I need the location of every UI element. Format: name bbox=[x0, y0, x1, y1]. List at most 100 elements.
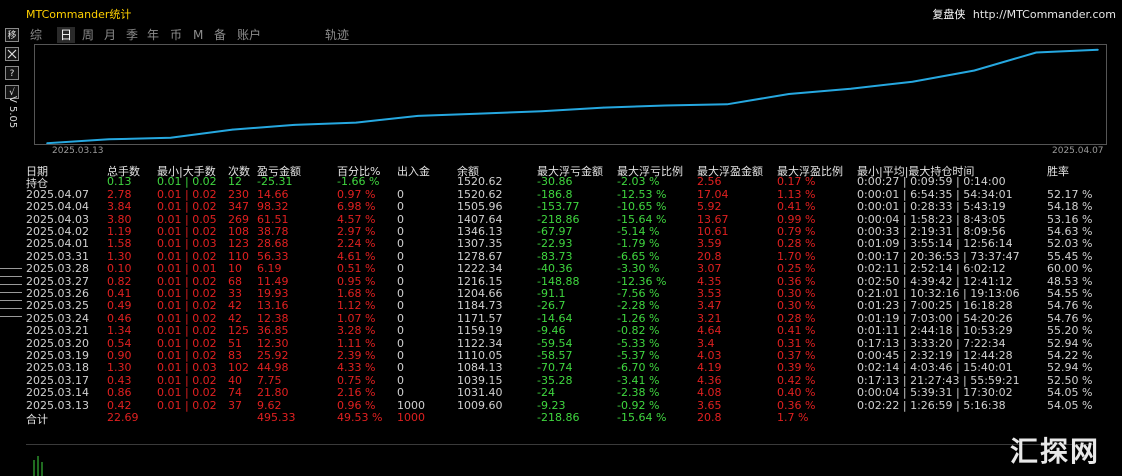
row-win-rate: 54.76 % bbox=[1047, 299, 1093, 313]
row-total-lots: 0.46 bbox=[107, 311, 132, 325]
row-hold-time: 0:02:50 | 4:39:42 | 12:41:12 bbox=[857, 274, 1013, 288]
row-max-float-loss: -24 bbox=[537, 386, 555, 400]
row-max-float-loss: -22.93 bbox=[537, 237, 573, 251]
row-pnl: 19.93 bbox=[257, 287, 289, 300]
row-pnl: 21.80 bbox=[257, 386, 289, 400]
side-toolbar: 移 ? √ V 5.05 bbox=[0, 0, 22, 476]
row-max-float-loss-pct: -12.53 % bbox=[617, 187, 667, 201]
row-max-float-loss-pct: -0.82 % bbox=[617, 324, 660, 338]
brand-url[interactable]: http://MTCommander.com bbox=[973, 8, 1116, 21]
row-total-lots: 3.84 bbox=[107, 200, 132, 214]
row-max-float-loss-pct: -3.41 % bbox=[617, 373, 660, 387]
row-cash-flow: 0 bbox=[397, 249, 404, 263]
row-cash-flow: 1000 bbox=[397, 398, 425, 412]
row-pnl: 25.92 bbox=[257, 349, 289, 362]
row-percent: 0.95 % bbox=[337, 274, 376, 288]
row-max-float-loss-pct: -5.14 % bbox=[617, 225, 660, 238]
row-max-float-gain: 13.67 bbox=[697, 212, 729, 226]
row-hold-time: 0:02:22 | 1:26:59 | 5:16:38 bbox=[857, 398, 1006, 412]
tab-3[interactable]: 月 bbox=[104, 27, 116, 43]
brand-name[interactable]: 复盘侠 bbox=[932, 8, 965, 21]
row-total-lots: 0.54 bbox=[107, 336, 132, 350]
close-button[interactable] bbox=[5, 47, 19, 61]
tab-9[interactable]: 账户 bbox=[237, 27, 261, 43]
row-win-rate: 52.17 % bbox=[1047, 187, 1093, 201]
tab-6[interactable]: 币 bbox=[170, 27, 182, 43]
brand[interactable]: 复盘侠 http://MTCommander.com bbox=[932, 6, 1116, 22]
row-win-rate: 54.63 % bbox=[1047, 225, 1093, 238]
row-max-float-gain: 3.59 bbox=[697, 237, 722, 251]
tick-mark bbox=[0, 316, 22, 317]
row-max-float-gain: 3.4 bbox=[697, 336, 715, 350]
row-balance: 1009.60 bbox=[457, 398, 503, 412]
row-count: 125 bbox=[228, 324, 249, 338]
help-button[interactable]: ? bbox=[5, 66, 19, 80]
row-max-float-gain: 3.07 bbox=[697, 262, 722, 276]
row-date: 2025.04.07 bbox=[26, 187, 89, 201]
row-count: 347 bbox=[228, 200, 249, 214]
row-balance: 1171.57 bbox=[457, 311, 503, 325]
row-win-rate: 52.03 % bbox=[1047, 237, 1093, 251]
row-max-float-gain: 3.65 bbox=[697, 398, 722, 412]
row-max-float-loss-pct: -3.30 % bbox=[617, 262, 660, 276]
tab-4[interactable]: 季 bbox=[126, 27, 138, 43]
move-button[interactable]: 移 bbox=[5, 28, 19, 42]
tab-0[interactable]: 综 bbox=[30, 27, 42, 43]
row-percent: 4.61 % bbox=[337, 249, 376, 263]
row-balance: 1039.15 bbox=[457, 373, 503, 387]
balance-point bbox=[46, 142, 48, 144]
row-max-float-loss-pct: -5.37 % bbox=[617, 349, 660, 362]
row-min-max-lots: 0.01 | 0.02 bbox=[157, 249, 217, 263]
tab-2[interactable]: 周 bbox=[82, 27, 94, 43]
row-min-max-lots: 0.01 | 0.02 bbox=[157, 386, 217, 400]
row-cash-flow: 0 bbox=[397, 299, 404, 313]
row-hold-time: 0:00:17 | 20:36:53 | 73:37:47 bbox=[857, 249, 1020, 263]
row-max-float-loss: -91.1 bbox=[537, 287, 566, 300]
row-max-float-loss-pct: -6.65 % bbox=[617, 249, 660, 263]
row-percent: 0.96 % bbox=[337, 398, 376, 412]
row-date: 2025.04.03 bbox=[26, 212, 89, 226]
row-hold-time: 0:00:04 | 5:39:31 | 17:30:02 bbox=[857, 386, 1013, 400]
x-end-label: 2025.04.07 bbox=[1052, 146, 1104, 156]
row-percent: 1.11 % bbox=[337, 336, 376, 350]
row-pnl: 12.38 bbox=[257, 311, 289, 325]
row-balance: 1520.62 bbox=[457, 187, 503, 201]
tab-5[interactable]: 年 bbox=[147, 27, 159, 43]
tab-1[interactable]: 日 bbox=[57, 27, 76, 43]
row-date: 2025.03.31 bbox=[26, 249, 89, 263]
tab-7[interactable]: M bbox=[193, 27, 203, 43]
balance-line bbox=[46, 48, 1099, 144]
row-max-float-gain: 17.04 bbox=[697, 187, 729, 201]
total-total-lots: 22.69 bbox=[107, 411, 139, 424]
row-hold-time: 0:02:14 | 4:03:46 | 15:40:01 bbox=[857, 361, 1013, 375]
watermark-logo: 汇探网 bbox=[1009, 435, 1100, 468]
row-count: 108 bbox=[228, 225, 249, 238]
row-date: 2025.03.14 bbox=[26, 386, 89, 400]
balance-point bbox=[602, 106, 605, 109]
header-cash-flow: 出入金 bbox=[397, 165, 430, 178]
row-date: 2025.03.27 bbox=[26, 274, 89, 288]
tick-mark bbox=[0, 268, 22, 269]
row-count: 40 bbox=[228, 373, 242, 387]
row-date: 2025.03.18 bbox=[26, 361, 89, 375]
row-cash-flow: 0 bbox=[397, 373, 404, 387]
row-min-max-lots: 0.01 | 0.05 bbox=[157, 212, 217, 226]
open-max-float-gain: 2.56 bbox=[697, 175, 722, 189]
balance-point bbox=[973, 69, 976, 72]
row-percent: 0.97 % bbox=[337, 187, 376, 201]
row-max-float-gain: 3.53 bbox=[697, 287, 722, 300]
row-hold-time: 0:01:11 | 2:44:18 | 10:53:29 bbox=[857, 324, 1013, 338]
row-count: 68 bbox=[228, 274, 242, 288]
balance-point bbox=[169, 137, 172, 139]
row-max-float-gain-pct: 0.28 % bbox=[777, 237, 816, 251]
row-cash-flow: 0 bbox=[397, 187, 404, 201]
tab-10[interactable]: 轨迹 bbox=[325, 27, 349, 43]
row-win-rate: 55.20 % bbox=[1047, 324, 1093, 338]
row-max-float-gain: 3.21 bbox=[697, 311, 722, 325]
row-hold-time: 0:00:33 | 2:19:31 | 8:09:56 bbox=[857, 225, 1006, 238]
tab-8[interactable]: 备 bbox=[214, 27, 226, 43]
row-hold-time: 0:02:11 | 2:52:14 | 6:02:12 bbox=[857, 262, 1006, 276]
divider bbox=[26, 444, 1096, 445]
row-hold-time: 0:00:45 | 2:32:19 | 12:44:28 bbox=[857, 349, 1013, 362]
row-max-float-gain: 4.64 bbox=[697, 324, 722, 338]
